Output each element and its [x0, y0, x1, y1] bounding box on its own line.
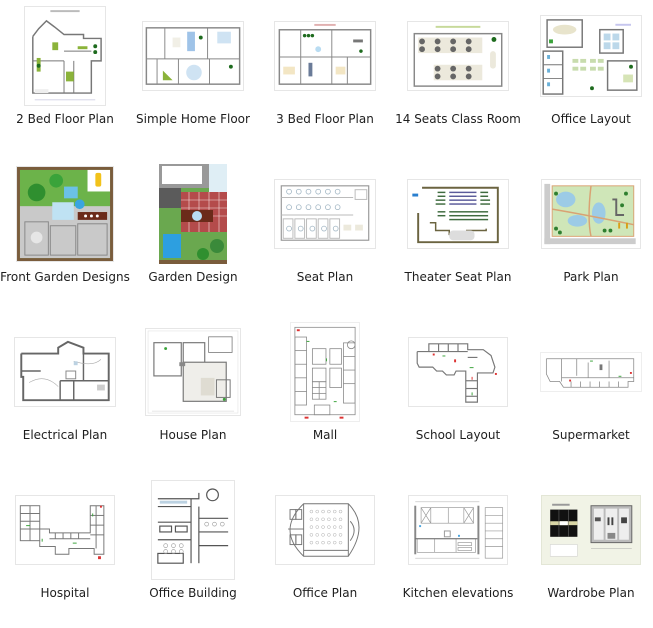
template-kitchen-elevations[interactable]: Kitchen elevations — [393, 478, 523, 628]
thumbnail-supermarket[interactable] — [540, 352, 642, 392]
thumbnail-park-plan[interactable] — [541, 179, 641, 249]
template-label: 2 Bed Floor Plan — [16, 112, 114, 126]
thumbnail-3-bed-floor-plan[interactable] — [274, 21, 376, 91]
template-label: Front Garden Designs — [0, 270, 130, 284]
template-theater-seat-plan[interactable]: Theater Seat Plan — [393, 162, 523, 312]
template-wardrobe-plan[interactable]: Wardrobe Plan — [526, 478, 653, 628]
thumbnail-school-layout[interactable] — [408, 337, 508, 407]
template-hospital[interactable]: Hospital — [0, 478, 130, 628]
template-office-layout[interactable]: Office Layout — [526, 4, 653, 154]
template-label: Kitchen elevations — [402, 586, 514, 600]
template-electrical-plan[interactable]: Electrical Plan — [0, 320, 130, 470]
template-label: Seat Plan — [296, 270, 354, 284]
template-school-layout[interactable]: School Layout — [393, 320, 523, 470]
template-garden-design[interactable]: Garden Design — [128, 162, 258, 312]
thumbnail-garden-design[interactable] — [159, 164, 227, 264]
template-mall[interactable]: Mall — [260, 320, 390, 470]
template-label: Electrical Plan — [22, 428, 108, 442]
thumbnail-office-plan[interactable] — [275, 495, 375, 565]
template-3-bed-floor-plan[interactable]: 3 Bed Floor Plan — [260, 4, 390, 154]
template-seat-plan[interactable]: Seat Plan — [260, 162, 390, 312]
template-label: Garden Design — [148, 270, 238, 284]
thumbnail-seat-plan[interactable] — [274, 179, 376, 249]
template-label: House Plan — [159, 428, 227, 442]
template-label: Mall — [312, 428, 338, 442]
template-label: 3 Bed Floor Plan — [276, 112, 374, 126]
template-house-plan[interactable]: House Plan — [128, 320, 258, 470]
template-label: Park Plan — [563, 270, 619, 284]
template-label: Office Layout — [551, 112, 631, 126]
template-office-building[interactable]: Office Building — [128, 478, 258, 628]
thumbnail-office-building[interactable] — [151, 480, 235, 580]
template-label: Theater Seat Plan — [404, 270, 512, 284]
thumbnail-mall[interactable] — [290, 322, 360, 422]
thumbnail-office-layout[interactable] — [540, 15, 642, 97]
template-label: Office Building — [149, 586, 237, 600]
template-2-bed-floor-plan[interactable]: 2 Bed Floor Plan — [0, 4, 130, 154]
template-office-plan[interactable]: Office Plan — [260, 478, 390, 628]
template-park-plan[interactable]: Park Plan — [526, 162, 653, 312]
template-front-garden-designs[interactable]: Front Garden Designs — [0, 162, 130, 312]
template-supermarket[interactable]: Supermarket — [526, 320, 653, 470]
template-gallery: 2 Bed Floor Plan Simple Home Floor 3 Bed… — [0, 0, 653, 608]
thumbnail-hospital[interactable] — [15, 495, 115, 565]
thumbnail-house-plan[interactable] — [145, 328, 241, 416]
thumbnail-kitchen-elevations[interactable] — [408, 495, 508, 565]
template-label: Simple Home Floor — [136, 112, 250, 126]
thumbnail-theater-seat-plan[interactable] — [407, 179, 509, 249]
thumbnail-wardrobe-plan[interactable] — [541, 495, 641, 565]
template-label: Wardrobe Plan — [547, 586, 635, 600]
template-label: Supermarket — [552, 428, 630, 442]
thumbnail-front-garden-designs[interactable] — [16, 166, 114, 262]
template-label: Office Plan — [292, 586, 358, 600]
thumbnail-2-bed-floor-plan[interactable] — [24, 6, 106, 106]
thumbnail-simple-home-floor[interactable] — [142, 21, 244, 91]
template-simple-home-floor[interactable]: Simple Home Floor — [128, 4, 258, 154]
template-label: Hospital — [40, 586, 90, 600]
template-label: 14 Seats Class Room — [395, 112, 521, 126]
thumbnail-electrical-plan[interactable] — [14, 337, 116, 407]
template-14-seats-class-room[interactable]: 14 Seats Class Room — [393, 4, 523, 154]
template-label: School Layout — [415, 428, 501, 442]
thumbnail-14-seats-class-room[interactable] — [407, 21, 509, 91]
